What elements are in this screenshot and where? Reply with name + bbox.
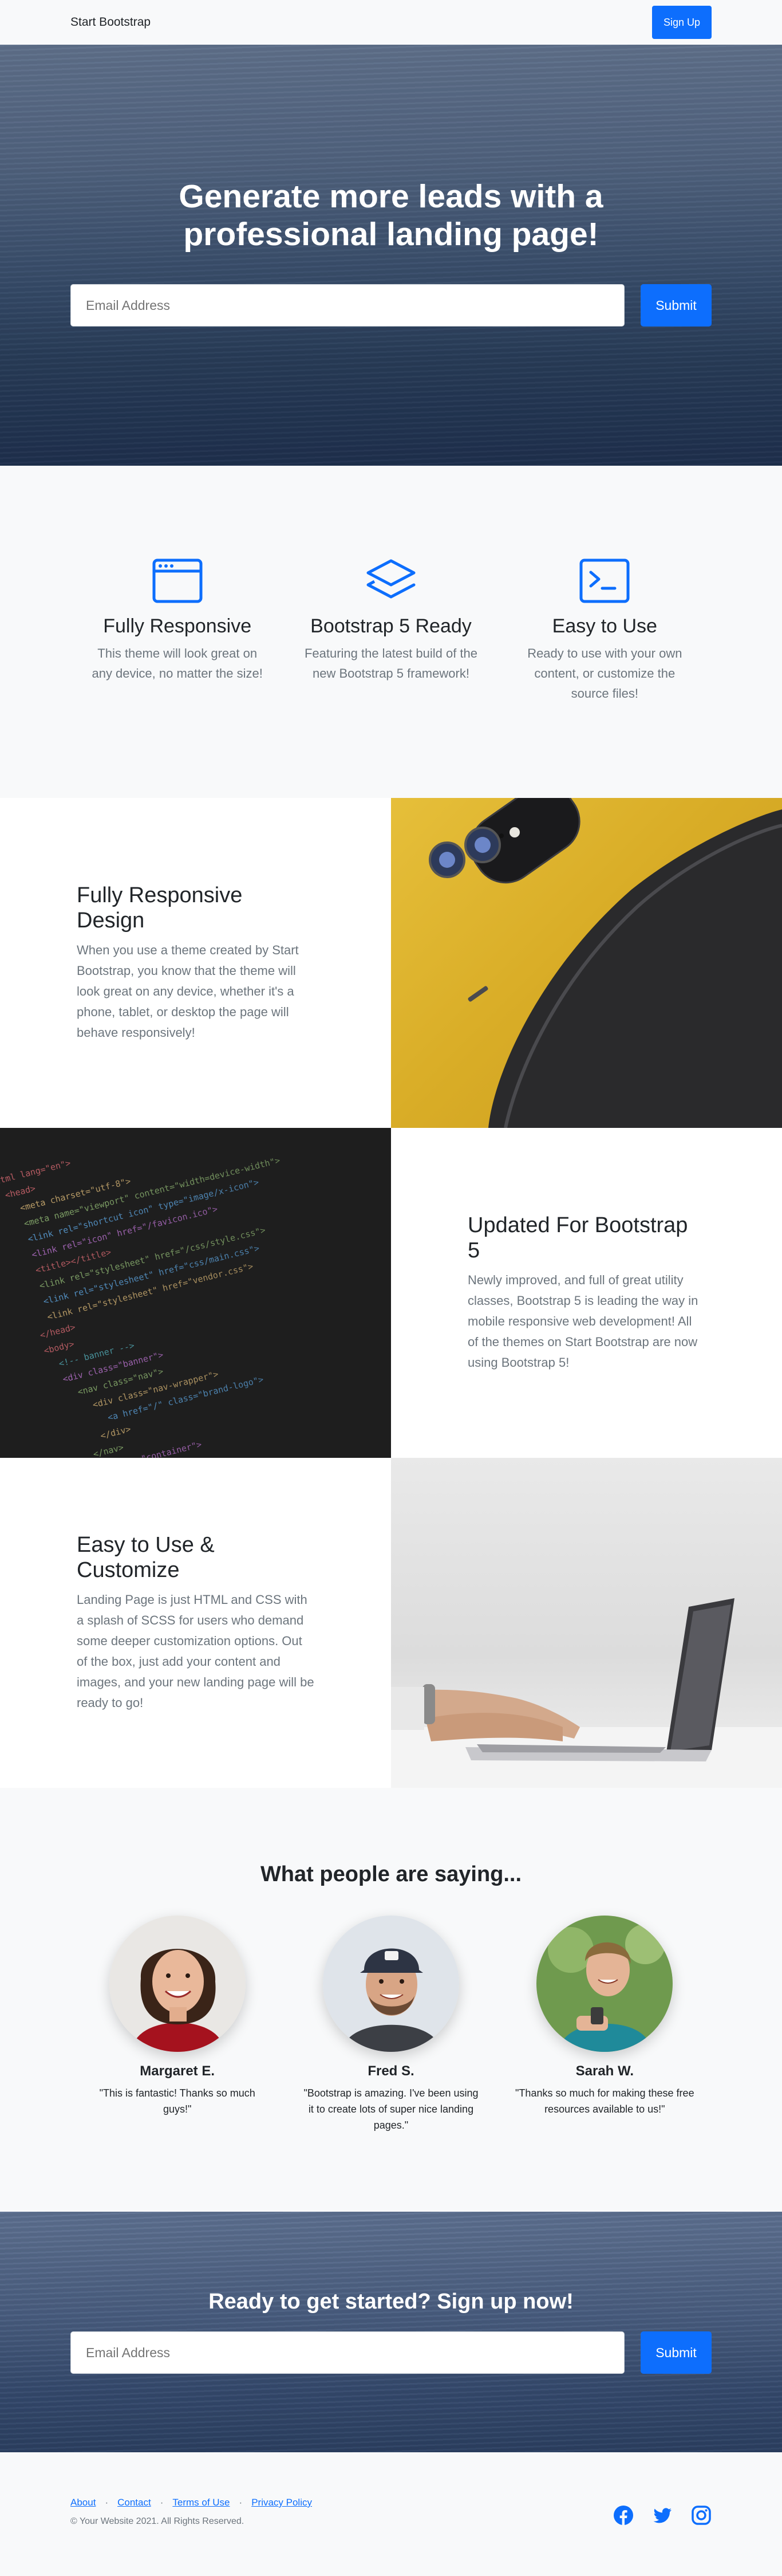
- feature-item: Easy to Use Ready to use with your own c…: [498, 554, 712, 703]
- terminal-icon: [578, 554, 631, 607]
- feature-title: Fully Responsive: [103, 615, 252, 637]
- phone-image: [391, 798, 782, 1128]
- showcase-row: Fully Responsive Design When you use a t…: [0, 798, 782, 1128]
- footer-separator: ·: [160, 2497, 164, 2508]
- laptop-image: [391, 1458, 782, 1788]
- window-icon: [151, 554, 204, 607]
- features-section: Fully Responsive This theme will look gr…: [0, 466, 782, 798]
- layers-icon: [365, 554, 417, 607]
- avatar: [109, 1916, 246, 2052]
- showcase-text: Easy to Use & Customize Landing Page is …: [0, 1458, 391, 1788]
- hero-submit-button[interactable]: Submit: [641, 284, 712, 327]
- cta-signup-form: Submit: [70, 2331, 712, 2374]
- showcase-title: Fully Responsive Design: [77, 883, 243, 933]
- cta-section: Ready to get started? Sign up now! Submi…: [0, 2212, 782, 2452]
- testimonial-name: Sarah W.: [575, 2063, 634, 2079]
- facebook-icon[interactable]: [613, 2505, 634, 2526]
- showcase-title: Easy to Use & Customize: [77, 1533, 215, 1582]
- footer-separator: ·: [239, 2497, 243, 2508]
- feature-title: Easy to Use: [552, 615, 657, 637]
- testimonials-heading: What people are saying...: [260, 1862, 522, 1886]
- footer-link-contact[interactable]: Contact: [117, 2497, 151, 2508]
- showcase-text: Updated For Bootstrap 5 Newly improved, …: [391, 1128, 782, 1458]
- code-image: <html lang="en"> <head> <meta charset="u…: [0, 1128, 391, 1458]
- signup-button[interactable]: Sign Up: [652, 6, 712, 39]
- testimonial-item: Fred S. "Bootstrap is amazing. I've been…: [284, 1916, 497, 2133]
- showcase-description: Landing Page is just HTML and CSS with a…: [77, 1592, 314, 1710]
- feature-item: Fully Responsive This theme will look gr…: [70, 554, 284, 703]
- showcase-section: Fully Responsive Design When you use a t…: [0, 798, 782, 1788]
- hero-signup-form: Submit: [70, 284, 712, 327]
- showcase-row: <html lang="en"> <head> <meta charset="u…: [0, 1128, 782, 1458]
- hero-section: Generate more leads with a professional …: [0, 45, 782, 466]
- cta-submit-button[interactable]: Submit: [641, 2331, 712, 2374]
- cta-heading: Ready to get started? Sign up now!: [208, 2290, 574, 2314]
- brand-link[interactable]: Start Bootstrap: [70, 15, 151, 29]
- testimonial-quote: "This is fantastic! Thanks so much guys!…: [99, 2087, 255, 2115]
- feature-text: This theme will look great on any device…: [92, 646, 263, 681]
- testimonial-name: Fred S.: [368, 2063, 414, 2079]
- testimonial-quote: "Thanks so much for making these free re…: [515, 2087, 694, 2115]
- feature-title: Bootstrap 5 Ready: [310, 615, 472, 637]
- cta-email-input[interactable]: [70, 2331, 625, 2374]
- feature-text: Ready to use with your own content, or c…: [527, 646, 682, 701]
- footer-link-privacy[interactable]: Privacy Policy: [251, 2497, 312, 2508]
- social-links: [613, 2505, 712, 2526]
- feature-text: Featuring the latest build of the new Bo…: [304, 646, 478, 681]
- twitter-icon[interactable]: [652, 2505, 673, 2526]
- feature-item: Bootstrap 5 Ready Featuring the latest b…: [284, 554, 497, 703]
- showcase-text: Fully Responsive Design When you use a t…: [0, 798, 391, 1128]
- footer-link-about[interactable]: About: [70, 2497, 96, 2508]
- footer: About · Contact · Terms of Use · Privacy…: [0, 2452, 782, 2576]
- testimonial-item: Sarah W. "Thanks so much for making thes…: [498, 1916, 712, 2133]
- testimonial-item: Margaret E. "This is fantastic! Thanks s…: [70, 1916, 284, 2133]
- testimonial-quote: "Bootstrap is amazing. I've been using i…: [303, 2087, 479, 2131]
- avatar: [322, 1916, 459, 2052]
- footer-links: About · Contact · Terms of Use · Privacy…: [70, 2497, 312, 2508]
- footer-separator: ·: [105, 2497, 109, 2508]
- hero-heading: Generate more leads with a professional …: [179, 178, 603, 253]
- testimonials-section: What people are saying... Margaret E. "T…: [0, 1788, 782, 2212]
- hero-email-input[interactable]: [70, 284, 625, 327]
- showcase-row: Easy to Use & Customize Landing Page is …: [0, 1458, 782, 1788]
- avatar: [536, 1916, 673, 2052]
- copyright-text: © Your Website 2021. All Rights Reserved…: [70, 2516, 244, 2526]
- testimonial-name: Margaret E.: [140, 2063, 215, 2079]
- showcase-title: Updated For Bootstrap 5: [468, 1213, 688, 1263]
- instagram-icon[interactable]: [691, 2505, 712, 2526]
- footer-link-terms[interactable]: Terms of Use: [172, 2497, 230, 2508]
- showcase-description: Newly improved, and full of great utilit…: [468, 1273, 698, 1370]
- navbar: Start Bootstrap Sign Up: [0, 0, 782, 45]
- showcase-description: When you use a theme created by Start Bo…: [77, 943, 299, 1040]
